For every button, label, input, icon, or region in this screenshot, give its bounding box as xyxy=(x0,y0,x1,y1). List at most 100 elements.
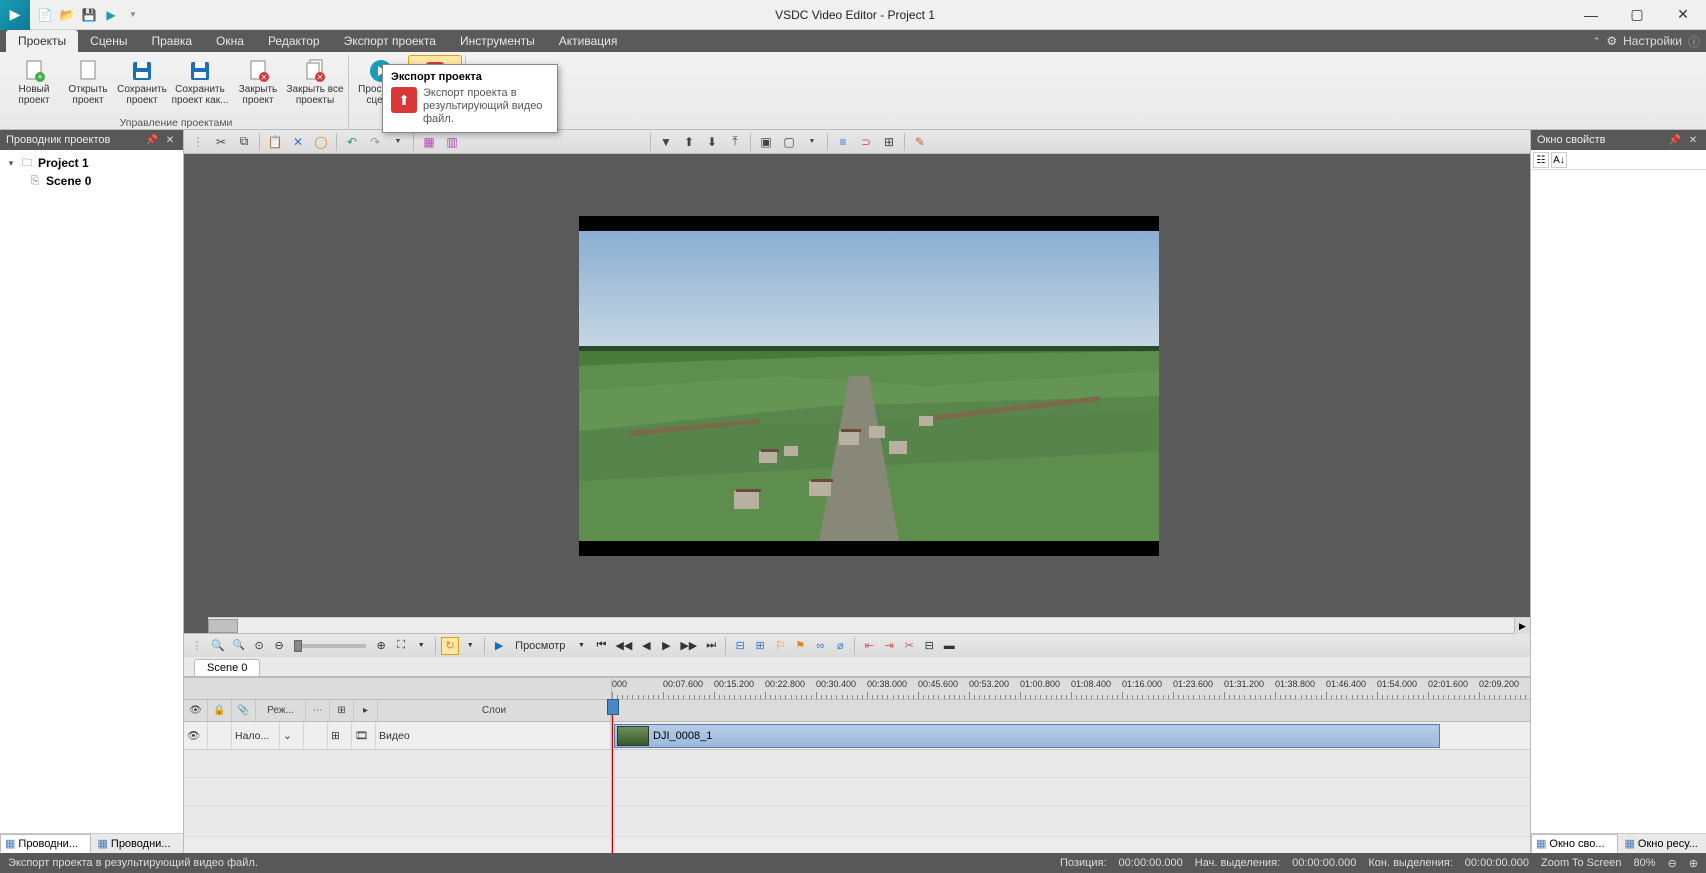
close-project-button[interactable]: ✕ Закрыть проект xyxy=(231,55,285,117)
step-back-icon[interactable]: ◀ xyxy=(637,637,655,655)
marker2-icon[interactable]: ⚑ xyxy=(791,637,809,655)
tab-editor[interactable]: Редактор xyxy=(256,30,332,52)
arrow-down-icon[interactable]: ▼ xyxy=(656,132,676,152)
group-icon[interactable]: ▣ xyxy=(756,132,776,152)
tab-tools[interactable]: Инструменты xyxy=(448,30,547,52)
track-expand-icon[interactable]: ⊞ xyxy=(328,722,352,749)
minimize-button[interactable]: — xyxy=(1568,0,1614,30)
qat-new-icon[interactable]: 📄 xyxy=(36,6,54,24)
save-project-button[interactable]: Сохранить проект xyxy=(115,55,169,117)
preview-drop-icon[interactable]: ▼ xyxy=(572,637,590,655)
close-panel-icon[interactable]: ✕ xyxy=(163,133,177,147)
zoom-slider[interactable] xyxy=(294,644,366,648)
video-preview[interactable] xyxy=(579,216,1159,556)
snap-icon[interactable]: ⊃ xyxy=(856,132,876,152)
tab-edit[interactable]: Правка xyxy=(140,30,205,52)
select-obj-icon[interactable]: ▥ xyxy=(442,132,462,152)
col-7-icon[interactable]: ▸ xyxy=(354,700,378,721)
tab-projects[interactable]: Проекты xyxy=(6,30,78,52)
undo-icon[interactable]: ↶ xyxy=(342,132,362,152)
save-as-button[interactable]: Сохранить проект как... xyxy=(169,55,231,117)
paste-icon[interactable]: 📋 xyxy=(265,132,285,152)
track-type-icon[interactable]: 🎞 xyxy=(352,722,376,749)
scrollbar-thumb[interactable] xyxy=(208,619,238,633)
status-zoom-out-icon[interactable]: ⊖ xyxy=(1668,857,1677,870)
video-clip[interactable]: DJI_0008_1 xyxy=(614,724,1440,748)
pin-icon[interactable]: 📌 xyxy=(145,133,159,147)
close-all-button[interactable]: ✕ Закрыть все проекты xyxy=(285,55,345,117)
preview-scrollbar[interactable]: ▶ xyxy=(208,617,1530,633)
fit-screen-icon[interactable]: ⛶ xyxy=(392,637,410,655)
next-frame-icon[interactable]: ▶▶ xyxy=(677,637,700,655)
props-sort-icon[interactable]: A↓ xyxy=(1551,152,1567,168)
undo-drop-icon[interactable]: ▼ xyxy=(388,132,408,152)
track-mode[interactable]: Нало... xyxy=(232,722,280,749)
tab-export[interactable]: Экспорт проекта xyxy=(332,30,448,52)
group-drop-icon[interactable]: ▼ xyxy=(802,132,822,152)
layer-top-icon[interactable]: ⤒ xyxy=(725,132,745,152)
col-layers[interactable]: Слои xyxy=(378,700,611,721)
props-close-icon[interactable]: ✕ xyxy=(1686,133,1700,147)
settings-label[interactable]: Настройки xyxy=(1623,34,1682,48)
new-project-button[interactable]: + Новый проект xyxy=(7,55,61,117)
timeline-scrollbar[interactable] xyxy=(184,837,1530,853)
goto-end-icon[interactable]: ⏭ xyxy=(702,637,720,655)
fit-drop-icon[interactable]: ▼ xyxy=(412,637,430,655)
play-button[interactable]: ▶ xyxy=(490,637,508,655)
open-project-button[interactable]: Открыть проект xyxy=(61,55,115,117)
gear-icon[interactable]: ⚙ xyxy=(1606,34,1617,48)
delete-icon[interactable]: ✕ xyxy=(288,132,308,152)
track-name[interactable]: Видео xyxy=(376,722,611,749)
crop-r-icon[interactable]: ⇥ xyxy=(880,637,898,655)
scroll-right-icon[interactable]: ▶ xyxy=(1514,618,1530,634)
crop-l-icon[interactable]: ⇤ xyxy=(860,637,878,655)
del-out-icon[interactable]: ▬ xyxy=(940,637,958,655)
project-node[interactable]: ▾ 🗀 Project 1 xyxy=(6,154,177,172)
track-drop-icon[interactable]: ⌄ xyxy=(280,722,304,749)
col-visibility-icon[interactable]: 👁 xyxy=(184,700,208,721)
col-5-icon[interactable]: ⋯ xyxy=(306,700,330,721)
split2-icon[interactable]: ⊞ xyxy=(751,637,769,655)
link1-icon[interactable]: ∞ xyxy=(811,637,829,655)
loop-drop-icon[interactable]: ▼ xyxy=(461,637,479,655)
close-button[interactable]: ✕ xyxy=(1660,0,1706,30)
goto-start-icon[interactable]: ⏮ xyxy=(592,637,610,655)
col-mode[interactable]: Реж... xyxy=(256,700,306,721)
del-sel-icon[interactable]: ⊟ xyxy=(920,637,938,655)
zoom-in-icon[interactable]: 🔍 xyxy=(208,637,228,655)
maximize-button[interactable]: ▢ xyxy=(1614,0,1660,30)
preview-label[interactable]: Просмотр xyxy=(510,637,570,655)
ungroup-icon[interactable]: ▢ xyxy=(779,132,799,152)
crop-mid-icon[interactable]: ✂ xyxy=(900,637,918,655)
split-icon[interactable]: ⊟ xyxy=(731,637,749,655)
qat-dropdown-icon[interactable]: ▼ xyxy=(124,6,142,24)
explorer-tab-2[interactable]: ▦Проводни... xyxy=(93,834,184,853)
caret-up-icon[interactable]: ⌃ xyxy=(1593,36,1601,47)
select-rect-icon[interactable]: ▦ xyxy=(419,132,439,152)
align-icon[interactable]: ≡ xyxy=(833,132,853,152)
tab-activation[interactable]: Активация xyxy=(547,30,630,52)
status-zoom-in-icon[interactable]: ⊕ xyxy=(1689,857,1698,870)
playhead[interactable] xyxy=(612,700,613,853)
loop-icon[interactable]: ↻ xyxy=(441,637,459,655)
qat-open-icon[interactable]: 📂 xyxy=(58,6,76,24)
zoom-fit-icon[interactable]: ⊙ xyxy=(250,637,268,655)
zoom-out-icon[interactable]: 🔍 xyxy=(230,637,248,655)
prev-frame-icon[interactable]: ◀◀ xyxy=(612,637,635,655)
props-tab-1[interactable]: ▦Окно сво... xyxy=(1531,834,1618,853)
redo-icon[interactable]: ↷ xyxy=(365,132,385,152)
cut-icon[interactable]: ✂ xyxy=(211,132,231,152)
layer-up-icon[interactable]: ⬆ xyxy=(679,132,699,152)
layer-down-icon[interactable]: ⬇ xyxy=(702,132,722,152)
zoom-minus-icon[interactable]: ⊖ xyxy=(270,637,288,655)
props-cat-icon[interactable]: ☷ xyxy=(1533,152,1549,168)
explorer-tab-1[interactable]: ▦Проводни... xyxy=(0,834,91,853)
track-vis-icon[interactable]: 👁 xyxy=(184,722,208,749)
props-pin-icon[interactable]: 📌 xyxy=(1668,133,1682,147)
scene-tab-0[interactable]: Scene 0 xyxy=(194,659,260,676)
col-lock-icon[interactable]: 🔒 xyxy=(208,700,232,721)
props-tab-2[interactable]: ▦Окно ресу... xyxy=(1620,834,1706,853)
col-pin-icon[interactable]: 📎 xyxy=(232,700,256,721)
help-icon[interactable]: ⓘ xyxy=(1688,33,1700,50)
copy-icon[interactable]: ⧉ xyxy=(234,132,254,152)
